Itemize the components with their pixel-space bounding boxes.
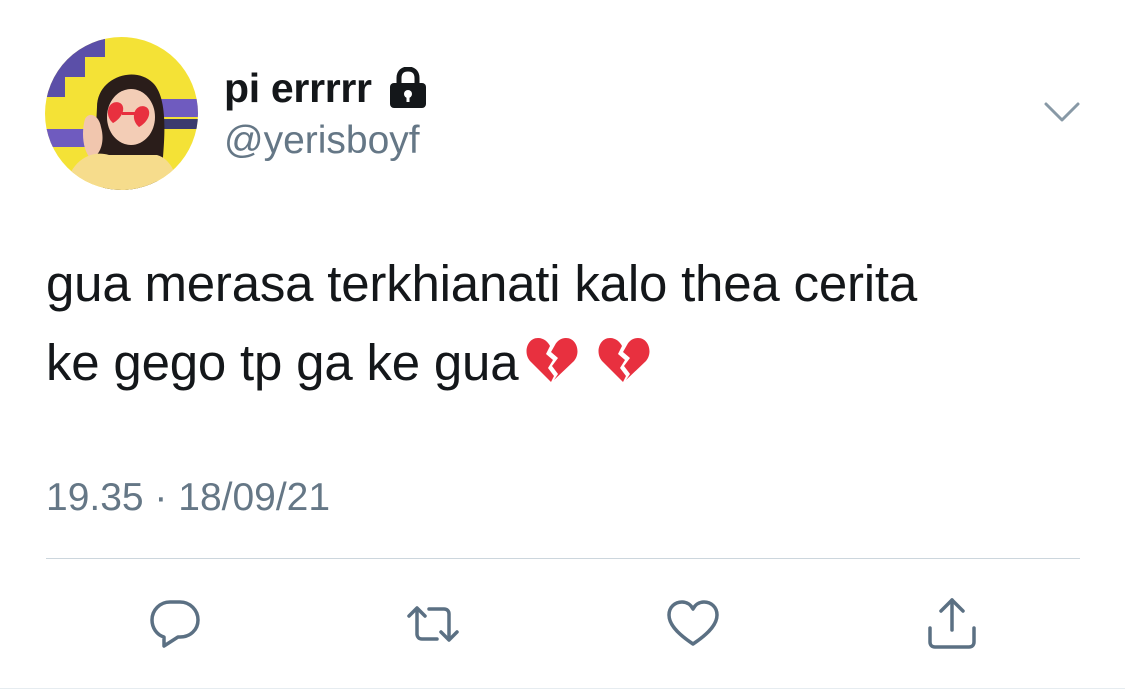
retweet-icon[interactable] — [405, 596, 461, 652]
user-handle[interactable]: @yerisboyf — [224, 117, 420, 165]
display-name-text: pi errrrr — [224, 65, 372, 111]
chevron-down-icon[interactable] — [1042, 96, 1082, 126]
tweet-text-line: ke gego tp ga ke gua — [46, 323, 1091, 402]
tweet-text-line: gua merasa terkhianati kalo thea cerita — [46, 255, 918, 312]
broken-heart-icon — [596, 331, 652, 387]
lock-icon — [388, 66, 428, 109]
tweet-text: gua merasa terkhianati kalo thea cerita … — [46, 244, 1091, 402]
tweet-text-fragment: ke gego tp ga ke gua — [46, 334, 519, 391]
avatar[interactable] — [45, 37, 198, 190]
broken-heart-icon — [524, 331, 580, 387]
bottom-divider — [0, 688, 1125, 689]
like-icon[interactable] — [665, 596, 721, 652]
divider — [46, 558, 1080, 559]
tweet-timestamp[interactable]: 19.35 · 18/09/21 — [46, 474, 330, 522]
reply-icon[interactable] — [148, 596, 204, 652]
display-name[interactable]: pi errrrr — [224, 62, 428, 114]
share-icon[interactable] — [924, 596, 980, 652]
